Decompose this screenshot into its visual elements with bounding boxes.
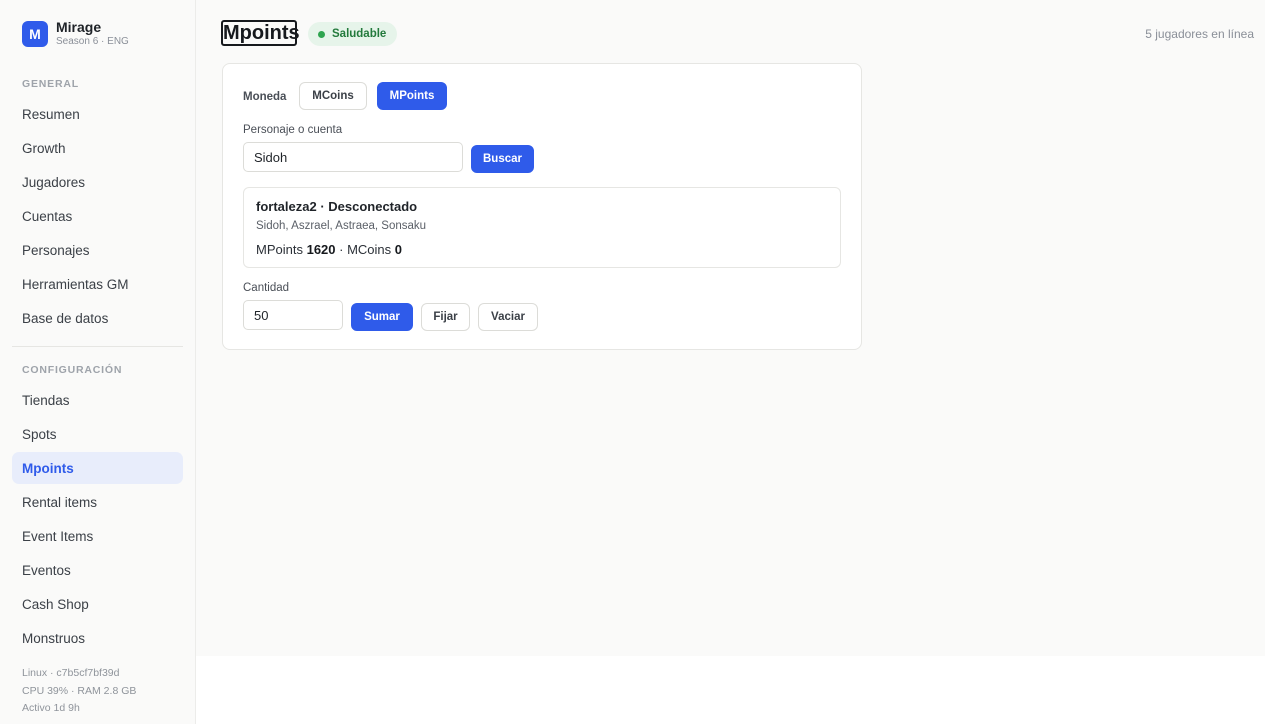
mpoints-value: 1620	[306, 242, 336, 257]
sidebar-item-mpoints[interactable]: Mpoints	[12, 452, 183, 484]
sidebar-item-herramientas-gm[interactable]: Herramientas GM	[12, 268, 183, 300]
sidebar-item-spots[interactable]: Spots	[12, 418, 183, 450]
currency-mcoins-button[interactable]: MCoins	[299, 82, 367, 110]
sidebar-item-event-items[interactable]: Event Items	[12, 520, 183, 552]
mpoints-label: MPoints	[256, 242, 303, 257]
online-players: 5 jugadores en línea	[1145, 27, 1254, 41]
result-status: Desconectado	[328, 199, 418, 214]
system-host: Linux · c7b5cf7bf39d	[22, 667, 120, 679]
status-badge: Saludable	[308, 22, 398, 46]
nav-config: Tiendas Spots Mpoints Rental items Event…	[12, 384, 183, 656]
sidebar-item-growth[interactable]: Growth	[12, 132, 183, 164]
system-info: Linux · c7b5cf7bf39d CPU 39% · RAM 2.8 G…	[22, 665, 136, 718]
sidebar-item-jugadores[interactable]: Jugadores	[12, 166, 183, 198]
balance-separator: ·	[335, 242, 348, 257]
mcoins-value: 0	[394, 242, 403, 257]
sidebar-item-rental-items[interactable]: Rental items	[12, 486, 183, 518]
result-title: fortaleza2 · Desconectado	[256, 199, 417, 214]
result-characters: Sidoh, Aszrael, Astraea, Sonsaku	[256, 220, 427, 232]
result-balance: MPoints 1620 · MCoins 0	[256, 242, 402, 257]
add-button[interactable]: Sumar	[351, 303, 413, 331]
brand-name: Mirage	[56, 19, 102, 35]
sidebar-item-resumen[interactable]: Resumen	[12, 98, 183, 130]
search-label: Personaje o cuenta	[243, 124, 343, 136]
sidebar-item-eventos[interactable]: Eventos	[12, 554, 183, 586]
sidebar-item-personajes[interactable]: Personajes	[12, 234, 183, 266]
account-result: fortaleza2 · Desconectado Sidoh, Aszrael…	[243, 187, 841, 268]
brand[interactable]: M Mirage Season 6 · ENG	[22, 20, 129, 48]
section-label-general: GENERAL	[22, 78, 79, 90]
sidebar-item-cash-shop[interactable]: Cash Shop	[12, 588, 183, 620]
sidebar-item-monstruos[interactable]: Monstruos	[12, 622, 183, 654]
system-uptime: Activo 1d 9h	[22, 702, 80, 714]
nav-divider	[12, 346, 183, 347]
sidebar-item-base-de-datos[interactable]: Base de datos	[12, 302, 183, 334]
set-button[interactable]: Fijar	[421, 303, 470, 331]
clear-button[interactable]: Vaciar	[478, 303, 538, 331]
search-button[interactable]: Buscar	[471, 145, 534, 173]
amount-label: Cantidad	[243, 282, 290, 294]
brand-text: Mirage Season 6 · ENG	[56, 20, 129, 48]
sidebar: M Mirage Season 6 · ENG GENERAL Resumen …	[0, 0, 196, 724]
sidebar-item-cuentas[interactable]: Cuentas	[12, 200, 183, 232]
mpoints-card: Moneda MCoins MPoints Personaje o cuenta…	[222, 63, 862, 350]
result-account[interactable]: fortaleza2	[256, 199, 317, 214]
brand-subtitle: Season 6 · ENG	[56, 36, 129, 47]
nav-general: Resumen Growth Jugadores Cuentas Persona…	[12, 98, 183, 336]
currency-mpoints-button[interactable]: MPoints	[377, 82, 447, 110]
main-content: Mpoints Saludable 5 jugadores en línea M…	[196, 0, 1265, 656]
sidebar-item-tiendas[interactable]: Tiendas	[12, 384, 183, 416]
amount-input[interactable]	[243, 300, 343, 330]
page-title: Mpoints	[221, 20, 300, 46]
section-label-configuracion: CONFIGURACIÓN	[22, 364, 123, 376]
status-dot-icon	[318, 30, 325, 38]
result-separator: ·	[316, 199, 329, 214]
search-input[interactable]	[243, 142, 463, 172]
mcoins-label: MCoins	[347, 242, 392, 257]
system-resources: CPU 39% · RAM 2.8 GB	[22, 684, 137, 697]
status-text: Saludable	[332, 28, 387, 40]
brand-logo: M	[22, 21, 48, 47]
currency-label: Moneda	[243, 91, 287, 103]
